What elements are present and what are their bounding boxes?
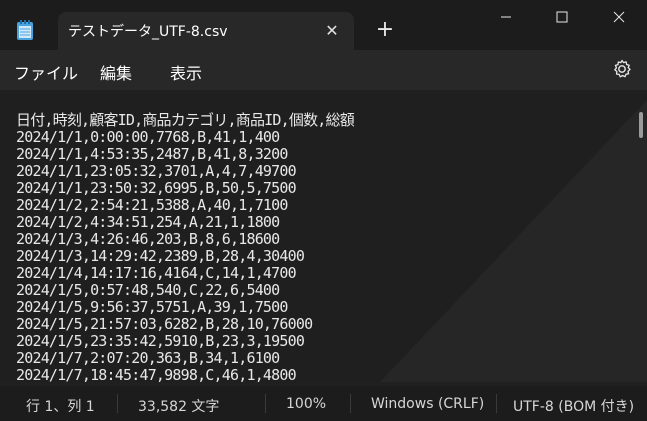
resize-corner-shade [380, 100, 647, 382]
status-bar: 行 1、列 1 33,582 文字 100% Windows (CRLF) UT… [0, 386, 647, 421]
character-count: 33,582 文字 [138, 399, 220, 415]
title-bar: テストデータ_UTF-8.csv ✕ + [0, 0, 647, 50]
vertical-scrollbar[interactable] [639, 112, 643, 138]
status-divider [350, 394, 351, 413]
status-divider [117, 394, 118, 413]
notepad-icon [17, 20, 33, 40]
tab-title: テストデータ_UTF-8.csv [68, 24, 228, 40]
window-close-button[interactable] [596, 0, 642, 34]
tab-file[interactable]: テストデータ_UTF-8.csv ✕ [58, 12, 354, 50]
text-editor[interactable]: 日付,時刻,顧客ID,商品カテゴリ,商品ID,個数,総額 2024/1/1,0:… [0, 90, 647, 382]
encoding: UTF-8 (BOM 付き) [513, 399, 635, 415]
plus-icon[interactable]: + [374, 19, 396, 42]
zoom-level[interactable]: 100% [286, 396, 326, 412]
status-divider [265, 394, 266, 413]
maximize-icon [556, 11, 568, 23]
menu-bar: ファイル 編集 表示 [0, 50, 647, 90]
maximize-button[interactable] [539, 0, 585, 34]
minimize-button[interactable] [483, 0, 529, 34]
menu-view[interactable]: 表示 [170, 60, 202, 84]
status-divider [496, 394, 497, 413]
minimize-icon [501, 16, 511, 18]
cursor-position: 行 1、列 1 [26, 399, 95, 415]
close-icon[interactable]: ✕ [322, 21, 342, 41]
menu-edit[interactable]: 編集 [100, 60, 132, 84]
gear-icon[interactable] [611, 58, 633, 80]
line-ending: Windows (CRLF) [371, 396, 485, 412]
close-icon [613, 11, 625, 23]
menu-file[interactable]: ファイル [14, 60, 78, 84]
